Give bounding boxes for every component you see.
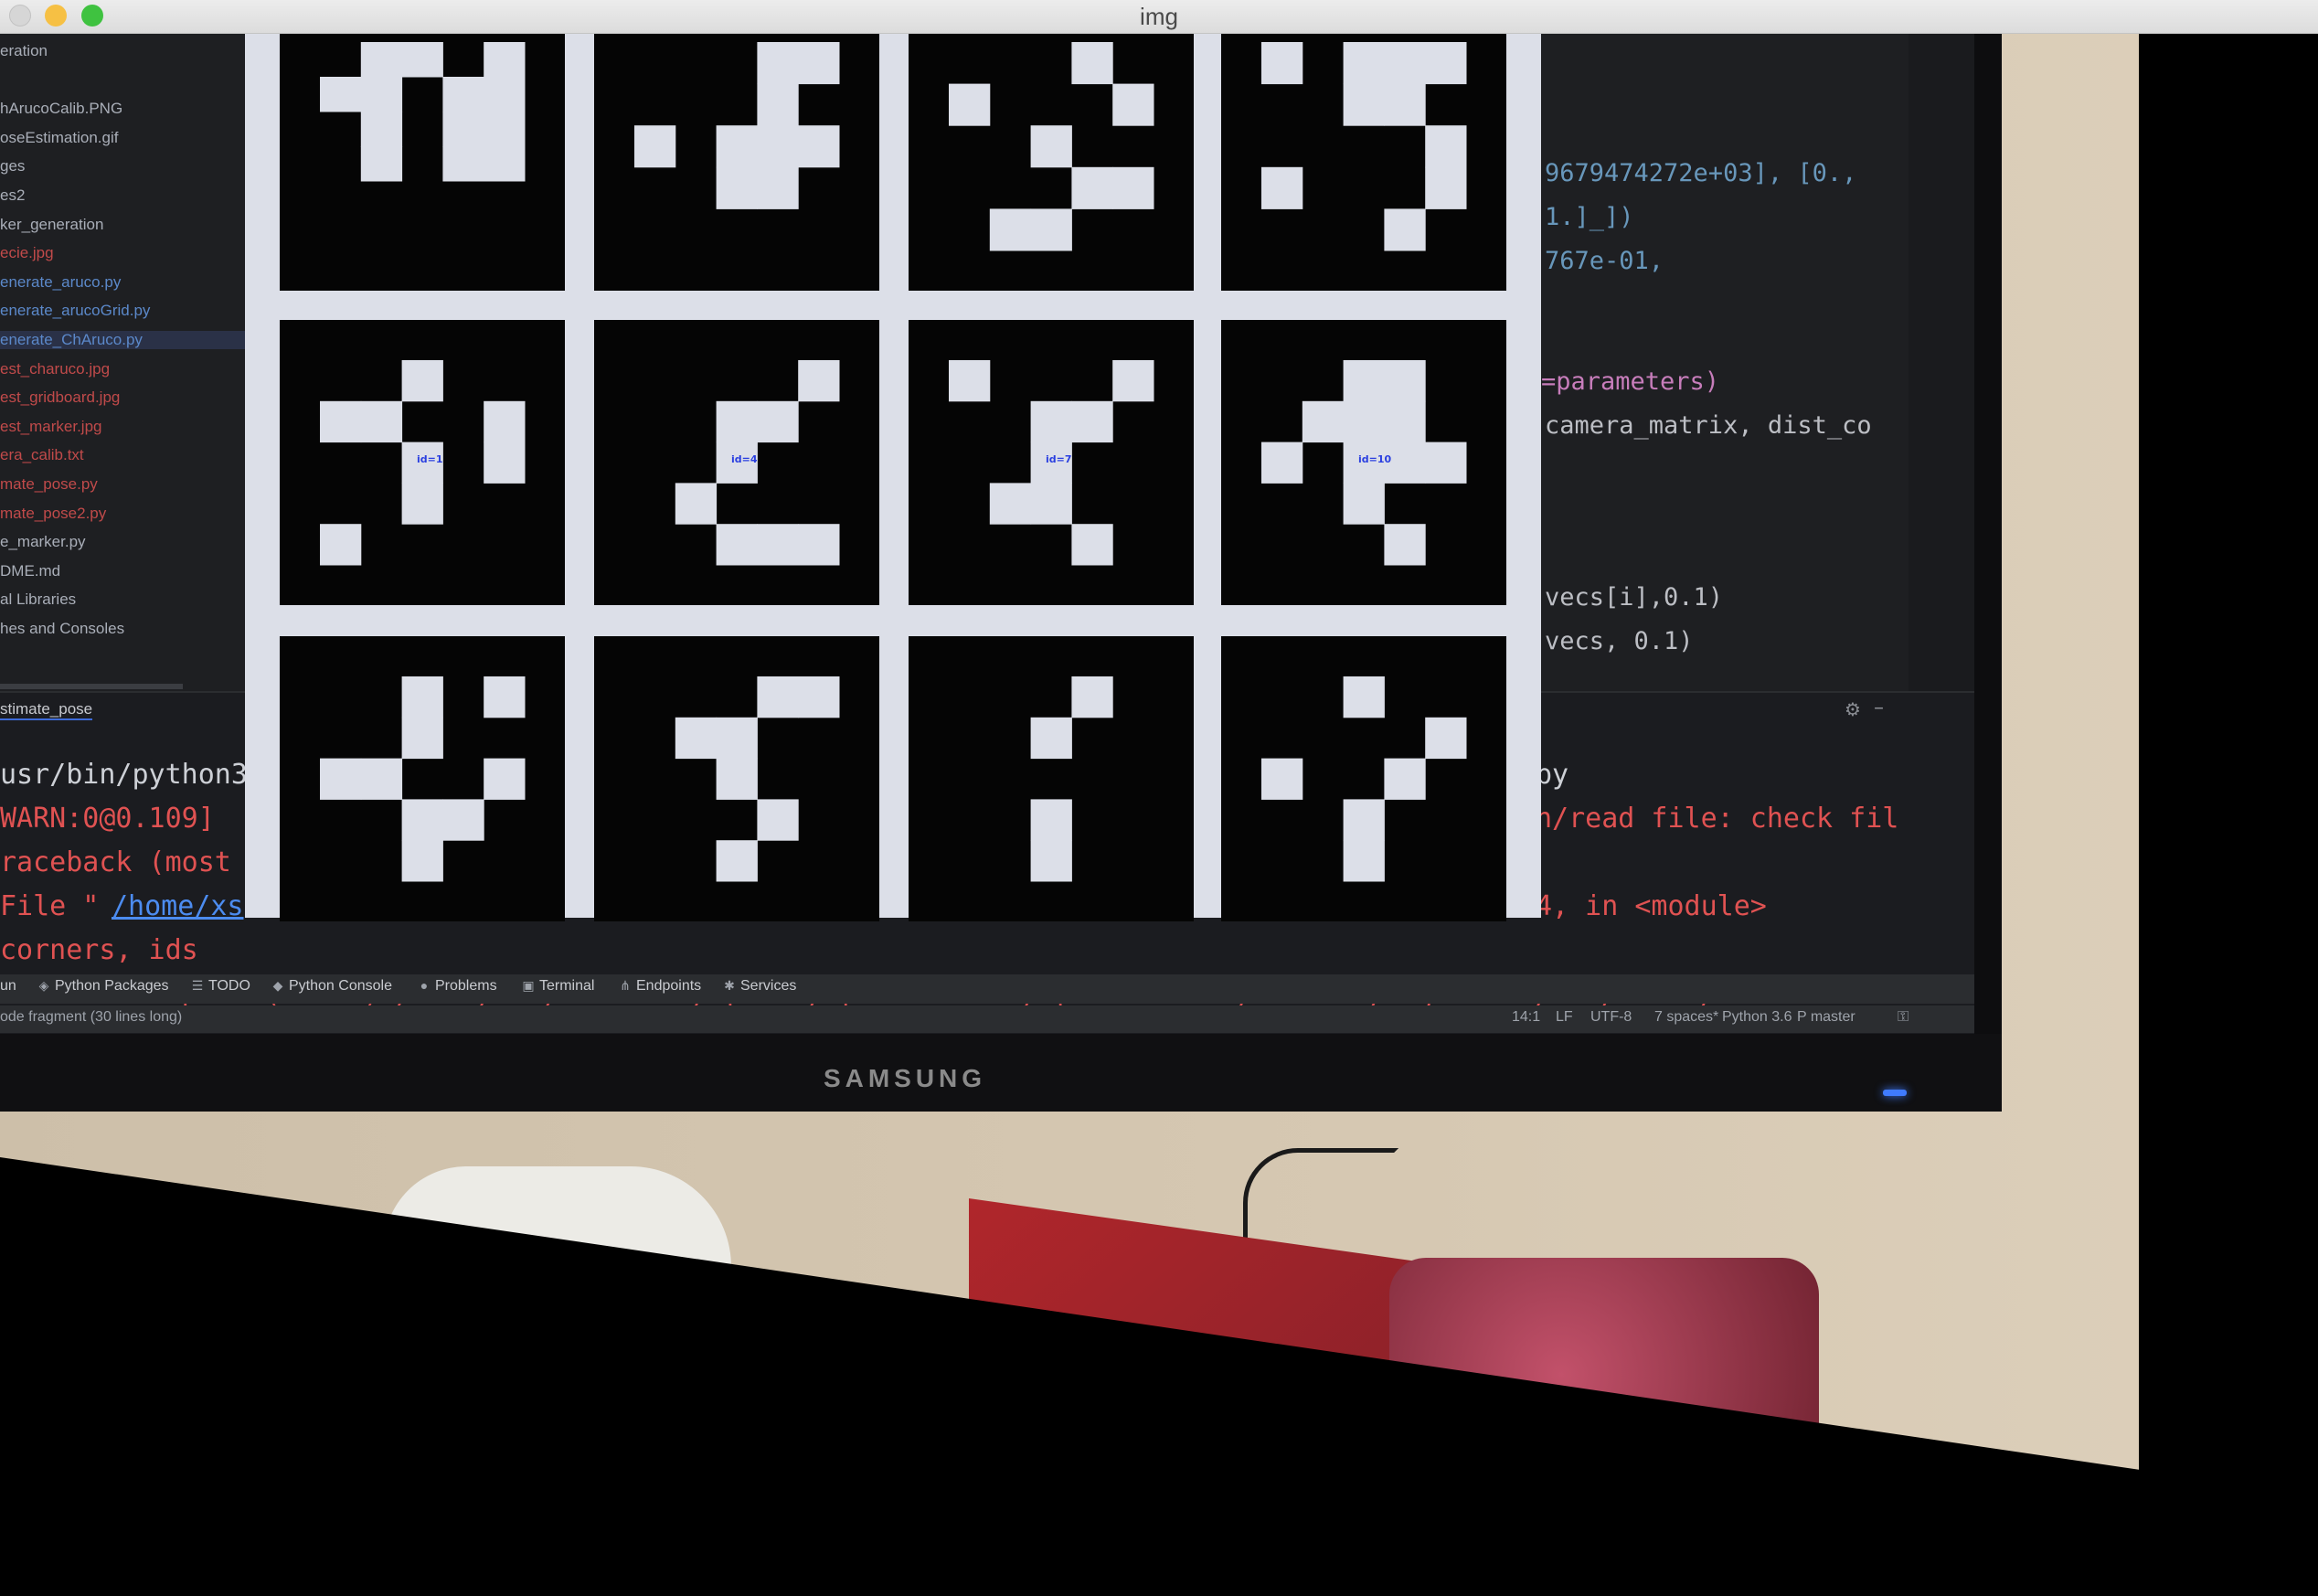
window-titlebar: img [0,0,2318,34]
photo-scene: eration hArucoCalib.PNG oseEstimation.gif g… [0,33,2318,1596]
warp-border-bottom [0,1157,2159,1596]
window-title: img [1140,3,1178,30]
